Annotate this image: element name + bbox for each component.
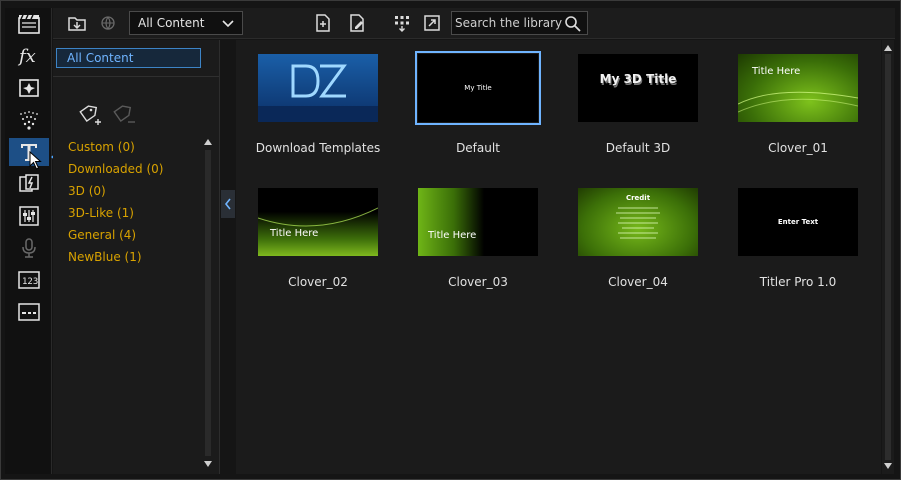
thumbnail-download-templates[interactable] (258, 54, 378, 122)
mouse-cursor-icon (29, 151, 42, 170)
undock-library-button[interactable] (420, 12, 444, 34)
library-item[interactable]: My Title Default (396, 40, 556, 170)
tag-scroll-track[interactable] (205, 150, 211, 456)
media-room-button[interactable] (9, 10, 49, 38)
thumbnail-default[interactable]: My Title (415, 51, 541, 125)
collapse-tag-panel-button[interactable] (221, 190, 235, 218)
remove-tag-icon (113, 105, 135, 123)
particle-icon (20, 111, 38, 130)
library-item[interactable]: Title Here Clover_03 (396, 174, 556, 304)
template-library: Download Templates My Title Default My 3… (236, 40, 881, 474)
new-template-icon (316, 14, 330, 32)
room-toolbar: fx 123 (5, 8, 57, 474)
svg-text:123: 123 (22, 277, 38, 287)
item-label: Default (456, 141, 500, 155)
tag-all-content[interactable]: All Content (56, 48, 201, 68)
content-filter-value: All Content (138, 16, 205, 30)
audio-mix-room-button[interactable] (9, 202, 49, 230)
add-tag-button[interactable] (77, 104, 103, 132)
credit-lines-decoration (616, 207, 660, 239)
svg-text:fx: fx (17, 46, 36, 66)
thumb-text: Title Here (428, 230, 477, 241)
modify-template-button[interactable] (345, 12, 369, 34)
thumbnail-titler-pro[interactable]: Enter Text (738, 188, 858, 256)
library-item[interactable]: Enter Text Titler Pro 1.0 (716, 174, 876, 304)
tag-list: Custom (0) Downloaded (0) 3D (0) 3D-Like… (68, 136, 163, 268)
tag-item-3d[interactable]: 3D (0) (68, 180, 163, 202)
library-scroll-track[interactable] (885, 54, 891, 460)
thumbnail-clover-02[interactable]: Title Here (258, 188, 378, 256)
library-scrollbar[interactable] (882, 40, 894, 474)
media-room-icon (18, 14, 40, 34)
audio-mix-icon (19, 206, 39, 226)
library-item[interactable]: Download Templates (236, 40, 396, 170)
item-label: Clover_03 (448, 275, 508, 289)
delete-tag-button[interactable] (111, 104, 137, 132)
edit-template-icon (350, 14, 364, 32)
voiceover-room-button[interactable] (9, 234, 49, 262)
create-new-title-button[interactable] (311, 12, 335, 34)
expand-icon (424, 15, 440, 31)
scroll-down-icon[interactable] (883, 461, 893, 471)
search-icon[interactable] (564, 15, 582, 33)
chevron-down-icon (222, 20, 234, 28)
library-item[interactable]: My 3D Title Default 3D (556, 40, 716, 170)
thumb-text: My Title (464, 84, 492, 92)
item-label: Clover_01 (768, 141, 828, 155)
transition-room-button[interactable] (9, 170, 49, 198)
dz-logo-icon (258, 64, 378, 122)
sort-grid-icon (395, 16, 409, 32)
scroll-up-icon[interactable] (204, 138, 212, 146)
thumbnail-clover-01[interactable]: Title Here (738, 54, 858, 122)
chevron-left-icon (224, 198, 231, 210)
item-label: Clover_04 (608, 275, 668, 289)
import-media-button[interactable] (65, 12, 89, 34)
transition-icon (19, 174, 39, 192)
tag-scrollbar[interactable] (204, 138, 212, 468)
thumb-text: My 3D Title (599, 72, 677, 86)
thumbnail-clover-04[interactable]: Credit (578, 188, 698, 256)
thumbnail-clover-03[interactable]: Title Here (418, 188, 538, 256)
thumb-text: Enter Text (777, 218, 819, 226)
library-search (451, 11, 588, 35)
item-label: Download Templates (255, 141, 381, 155)
search-input[interactable] (455, 16, 563, 30)
chapter-icon: 123 (18, 271, 40, 289)
fx-room-button[interactable]: fx (9, 42, 49, 70)
fx-icon: fx (17, 46, 36, 66)
library-item[interactable]: Title Here Clover_01 (716, 40, 876, 170)
pip-room-button[interactable] (9, 74, 49, 102)
pip-icon (19, 79, 39, 97)
tag-item-downloaded[interactable]: Downloaded (0) (68, 158, 163, 180)
tag-divider (53, 76, 219, 77)
item-label: Titler Pro 1.0 (759, 275, 837, 289)
library-item[interactable]: Credit Clover_04 (556, 174, 716, 304)
particle-room-button[interactable] (9, 106, 49, 134)
download-online-button[interactable] (97, 12, 121, 34)
item-label: Clover_02 (288, 275, 348, 289)
scroll-up-icon[interactable] (883, 43, 893, 53)
tag-item-custom[interactable]: Custom (0) (68, 136, 163, 158)
voiceover-icon (22, 238, 36, 258)
globe-download-icon (101, 16, 115, 30)
sort-button[interactable] (390, 12, 414, 34)
tag-panel: All Content Custom (0) Downloaded (0) 3D… (53, 40, 220, 474)
add-tag-icon (79, 105, 101, 125)
swirl-decoration-icon (258, 207, 378, 227)
content-filter-select[interactable]: All Content (129, 11, 243, 35)
swirl-decoration-icon (738, 91, 858, 113)
import-icon (68, 17, 86, 31)
tag-item-3d-like[interactable]: 3D-Like (1) (68, 202, 163, 224)
subtitle-room-button[interactable] (9, 298, 49, 326)
thumbnail-default-3d[interactable]: My 3D Title (578, 54, 698, 122)
library-toolbar: All Content (53, 8, 895, 39)
subtitle-icon (18, 303, 40, 321)
tag-item-newblue[interactable]: NewBlue (1) (68, 246, 163, 268)
library-item[interactable]: Title Here Clover_02 (236, 174, 396, 304)
scroll-down-icon[interactable] (204, 460, 212, 468)
tag-item-general[interactable]: General (4) (68, 224, 163, 246)
item-label: Default 3D (605, 141, 671, 155)
chapter-room-button[interactable]: 123 (9, 266, 49, 294)
